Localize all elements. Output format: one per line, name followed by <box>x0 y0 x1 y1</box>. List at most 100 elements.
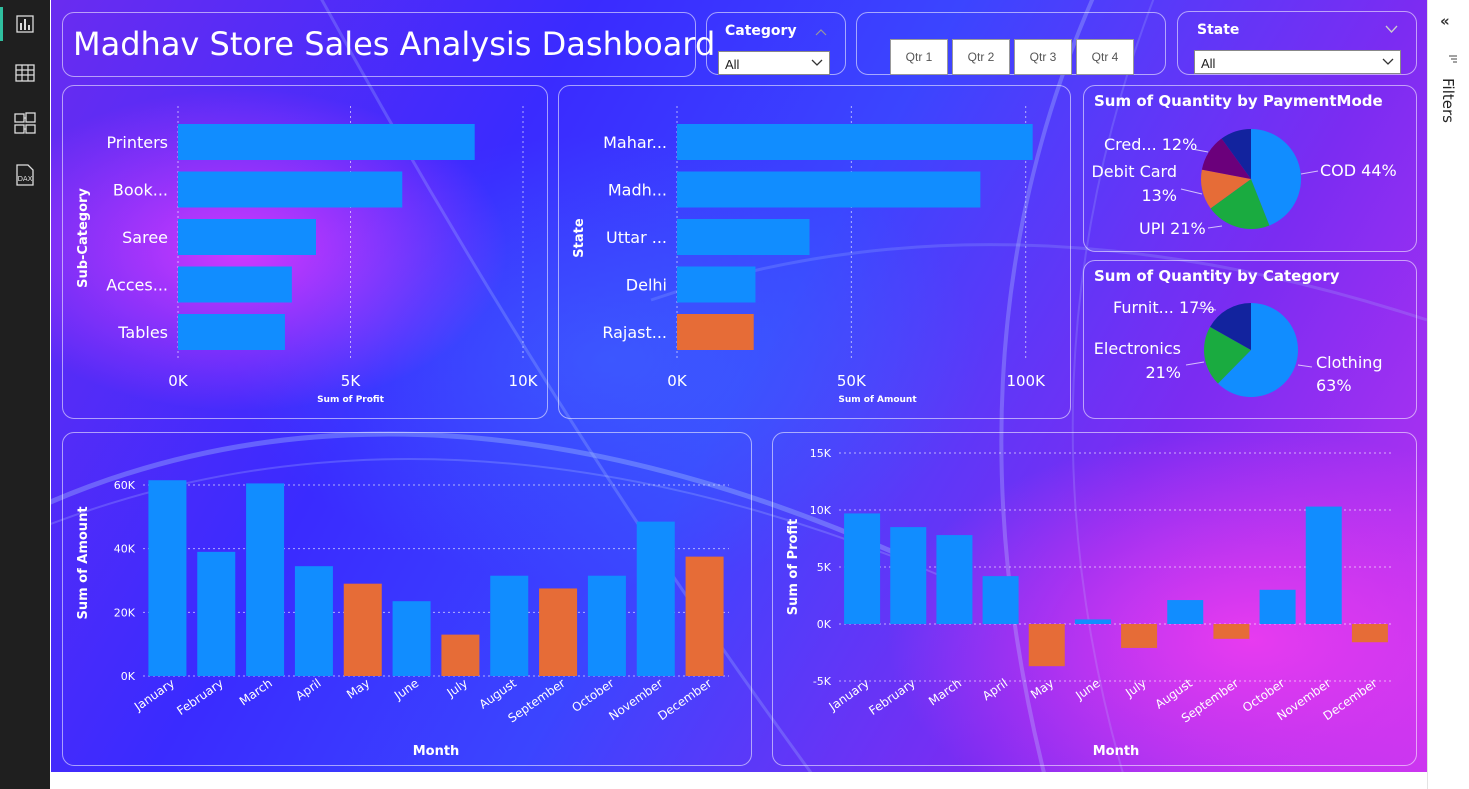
x-tick-label: March <box>237 676 275 708</box>
bar <box>844 513 881 624</box>
x-axis-title: Sum of Profit <box>317 395 385 405</box>
y-tick-label: 20K <box>114 606 136 619</box>
slice-label: UPI 21% <box>1139 219 1206 238</box>
slice-label: 13% <box>1141 186 1177 205</box>
x-tick-label: February <box>174 676 226 718</box>
canvas-footer <box>51 772 1427 789</box>
bar <box>1259 589 1296 624</box>
bar <box>1213 624 1250 639</box>
y-tick-label: 15K <box>810 447 832 460</box>
bar <box>178 314 285 350</box>
x-tick-label: December <box>655 676 714 723</box>
chevron-down-icon <box>811 59 823 66</box>
chevron-down-icon[interactable] <box>1385 25 1398 34</box>
bar <box>441 634 480 676</box>
amount-by-month-chart: 0K 20K 40K 60K JanuaryFebruary March April May J… <box>76 479 729 759</box>
bar <box>294 566 333 676</box>
report-view-button[interactable] <box>0 4 50 44</box>
view-rail: DAX <box>0 0 50 789</box>
y-tick-label: Printers <box>106 133 168 152</box>
bar <box>178 124 475 160</box>
state-slicer-label: State <box>1197 22 1240 38</box>
y-tick-label: Uttar ... <box>606 228 667 247</box>
bar <box>677 219 810 255</box>
chevron-up-icon[interactable] <box>815 28 827 36</box>
qtr-4-button[interactable]: Qtr 4 <box>1076 39 1134 75</box>
x-tick-label: 100K <box>1006 372 1046 390</box>
slice-label: 63% <box>1316 376 1352 395</box>
bar <box>178 219 316 255</box>
table-view-icon <box>15 64 35 82</box>
slice-label: COD 44% <box>1320 161 1397 180</box>
collapse-pane-icon[interactable]: « <box>1440 12 1450 30</box>
y-tick-label: 40K <box>114 543 136 556</box>
profit-by-subcategory-chart: 0K 5K 10K Printers Book... Saree Acces... Table… <box>76 106 539 405</box>
bar <box>1351 624 1388 643</box>
bar <box>677 171 981 208</box>
x-tick-label: June <box>1072 676 1102 703</box>
bar <box>392 601 431 676</box>
dax-query-button[interactable]: DAX <box>0 155 50 195</box>
quantity-by-paymentmode-panel: Sum of Quantity by PaymentMode COD 44% UP… <box>1083 85 1417 252</box>
x-tick-label: 0K <box>667 372 688 390</box>
x-tick-label: November <box>606 676 665 723</box>
report-view-icon <box>16 15 34 33</box>
qtr-3-button[interactable]: Qtr 3 <box>1014 39 1072 75</box>
x-tick-label: April <box>980 676 1011 703</box>
x-axis-title: Month <box>413 744 460 759</box>
y-tick-label: 10K <box>810 504 832 517</box>
bar <box>890 527 927 624</box>
bar <box>587 575 626 676</box>
quantity-by-category-panel: Sum of Quantity by Category Clothing 63% E… <box>1083 260 1417 419</box>
bar <box>148 480 187 676</box>
state-selected-value: All <box>1201 56 1216 71</box>
y-axis-title: Sub-Category <box>76 188 91 288</box>
bar <box>1167 600 1204 624</box>
leader-line <box>1180 188 1203 195</box>
y-axis-title: Sum of Amount <box>76 506 91 619</box>
title-panel: Madhav Store Sales Analysis Dashboard <box>62 12 715 77</box>
bar <box>178 171 403 208</box>
y-tick-label: 60K <box>114 479 136 492</box>
x-tick-label: July <box>444 676 471 700</box>
quarter-slicer: Qtr 1 Qtr 2 Qtr 3 Qtr 4 <box>856 12 1166 75</box>
category-slicer: Category All <box>706 12 846 75</box>
model-view-button[interactable] <box>0 103 50 143</box>
x-tick-label: January <box>826 676 872 714</box>
report-canvas: Madhav Store Sales Analysis Dashboard Ca… <box>51 0 1427 772</box>
y-axis-title: Sum of Profit <box>786 519 801 616</box>
qtr-2-button[interactable]: Qtr 2 <box>952 39 1010 75</box>
quantity-by-paymentmode-chart: COD 44% UPI 21% Debit Card 13% Cred... 12% <box>1091 129 1397 238</box>
x-tick-label: January <box>131 676 177 714</box>
leader-line <box>1300 170 1319 175</box>
y-tick-label: Madh... <box>608 181 667 200</box>
y-tick-label: Saree <box>122 228 168 247</box>
x-axis-title: Month <box>1093 744 1140 759</box>
amount-by-state-panel: 0K 50K 100K Mahar... Madh... Uttar ... Delhi Ra… <box>558 85 1071 419</box>
state-dropdown[interactable]: All <box>1194 50 1401 74</box>
filter-icon <box>1449 55 1457 63</box>
y-tick-label: -5K <box>813 675 832 688</box>
x-tick-label: 50K <box>837 372 867 390</box>
bar <box>1074 619 1111 624</box>
amount-by-state-chart: 0K 50K 100K Mahar... Madh... Uttar ... Delhi Ra… <box>572 106 1046 405</box>
table-view-button[interactable] <box>0 53 50 93</box>
slice-label: Debit Card <box>1091 162 1177 181</box>
amount-by-month-panel: 0K 20K 40K 60K January February March April May J… <box>62 432 752 766</box>
category-dropdown[interactable]: All <box>718 51 830 75</box>
filters-pane[interactable]: « Filters <box>1427 0 1469 789</box>
slice-label: 21% <box>1145 363 1181 382</box>
y-tick-label: 0K <box>121 670 136 683</box>
x-tick-label: May <box>1028 676 1056 702</box>
y-tick-label: 5K <box>817 561 832 574</box>
bar <box>677 266 756 303</box>
slice-label: Clothing <box>1316 353 1383 372</box>
profit-by-month-chart: -5K0K5K10K15KJanuaryFebruary March April Ma… <box>786 447 1393 759</box>
qtr-1-button[interactable]: Qtr 1 <box>890 39 948 75</box>
filters-label[interactable]: Filters <box>1439 78 1457 123</box>
bar <box>343 583 382 676</box>
bar <box>178 266 292 303</box>
slice-label: Furnit... 17% <box>1113 298 1215 317</box>
y-tick-label: Book... <box>113 181 168 200</box>
x-axis-title: Sum of Amount <box>838 395 917 405</box>
